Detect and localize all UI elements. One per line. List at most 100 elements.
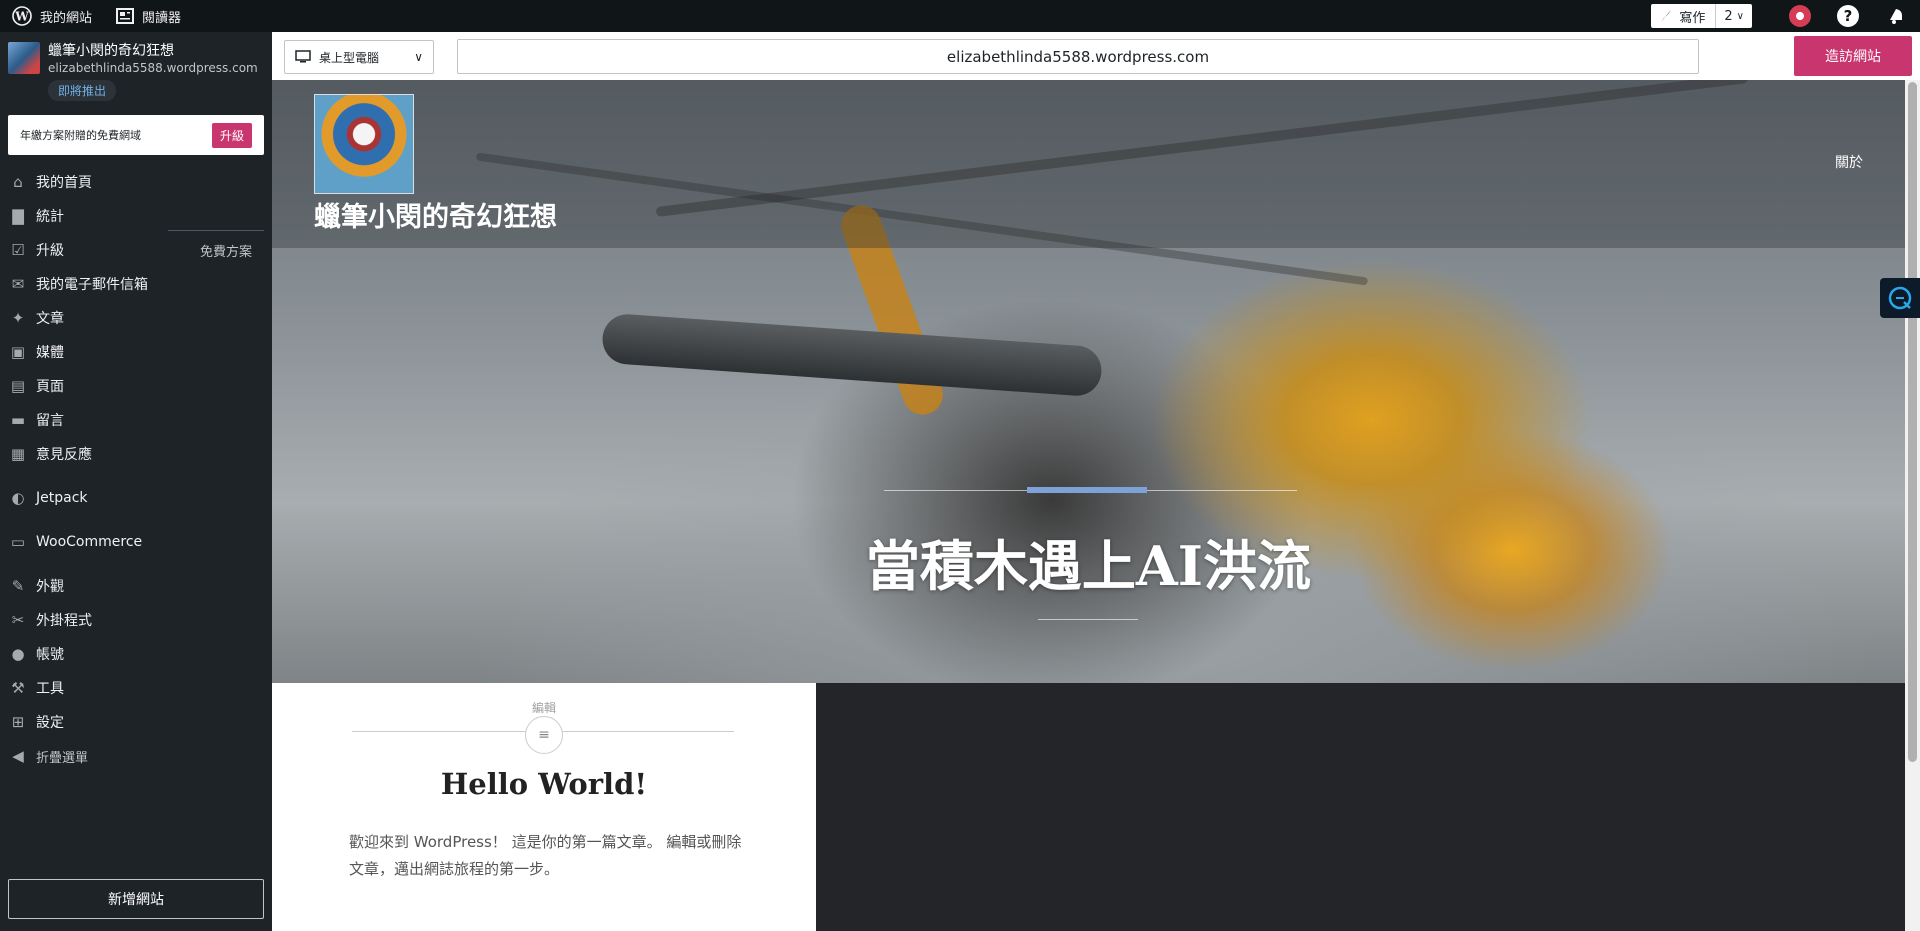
cart-icon: ☑ [11,241,25,259]
plan-label: 免費方案 [199,244,252,260]
wordpress-icon: W [12,6,32,26]
sidebar-item-label: 我的首頁 [36,175,92,191]
site-logo[interactable] [314,94,414,194]
quill-icon [1661,10,1672,22]
reader-icon [116,8,135,24]
upgrade-button[interactable]: 升級 [211,122,252,148]
pin-icon: ✦ [11,309,25,327]
sidebar-item-posts[interactable]: ✦ 文章 [0,301,272,335]
sidebar-menu: ⌂ 我的首頁 ▇ 統計 ☑ 升級 免費方案 ✉ 我的電子郵件信箱 ✦ 文章 ▣ 媒體 ▤ 頁面 … [0,165,272,773]
sidebar-item-email[interactable]: ✉ 我的電子郵件信箱 [0,267,272,301]
sidebar-item-stats[interactable]: ▇ 統計 [0,199,272,233]
preview-toolbar: 桌上型電腦 ∨ elizabethlinda5588.wordpress.com… [272,32,1920,80]
post-title[interactable]: Hello World! [272,767,816,801]
sidebar-item-label: 工具 [36,681,64,697]
sidebar-item-plugins[interactable]: ✂ 外掛程式 [0,603,272,637]
launch-badge[interactable]: 即將推出 [48,80,117,101]
sidebar-item-label: 意見反應 [36,447,92,463]
hero-accent-bar [1027,487,1147,493]
jetpack-icon: ◐ [11,489,25,507]
user-icon: ● [11,645,25,663]
divider [168,230,264,231]
mail-icon: ✉ [11,275,25,293]
sidebar-item-label: WooCommerce [36,534,143,550]
woo-icon: ▭ [10,533,26,551]
chevron-down-icon: ∨ [414,50,423,64]
write-label: 寫作 [1679,10,1706,26]
sidebar-item-comments[interactable]: ▬ 留言 [0,403,272,437]
post-excerpt: 歡迎來到 WordPress！ 這是你的第一篇文章。 編輯或刪除文章，邁出網誌旅… [349,833,742,878]
svg-text:W: W [14,10,29,24]
sidebar-item-label: Jetpack [36,490,88,506]
sidebar-item-label: 我的電子郵件信箱 [36,277,148,293]
sidebar-item-woocommerce[interactable]: ▭ WooCommerce [0,525,272,559]
plugin-icon: ✂ [11,611,25,629]
sidebar-item-label: 帳號 [36,647,64,663]
sidebar-item-home[interactable]: ⌂ 我的首頁 [0,165,272,199]
page-icon: ▤ [10,377,26,395]
collapse-icon: ◀ [12,747,24,765]
home-icon: ⌂ [13,173,23,191]
sidebar-item-label: 媒體 [36,345,64,361]
drafts-count[interactable]: 2 ∨ [1716,4,1752,28]
sidebar-item-label: 頁面 [36,379,64,395]
standard-post-icon: ≡ [525,716,563,754]
sidebar-item-pages[interactable]: ▤ 頁面 [0,369,272,403]
nav-about[interactable]: 關於 [1835,152,1863,172]
help-icon: ? [1837,5,1859,27]
visit-site-button[interactable]: 造訪網站 [1794,36,1912,76]
write-button[interactable]: 寫作 2 ∨ [1651,4,1752,28]
sidebar-item-settings[interactable]: ⊞ 設定 [0,705,272,739]
sidebar-item-users[interactable]: ● 帳號 [0,637,272,671]
device-select[interactable]: 桌上型電腦 ∨ [284,40,434,74]
site-name: 蠟筆小閔的奇幻狂想 [48,43,174,59]
scrollbar-thumb[interactable] [1908,82,1917,762]
collapse-menu-button[interactable]: ◀ 折疊選單 [0,739,272,773]
reader-button[interactable]: 閱讀器 [104,0,193,32]
hero-title: 當積木遇上AI洪流 [865,534,1312,598]
site-card[interactable]: 蠟筆小閔的奇幻狂想 elizabethlinda5588.wordpress.c… [0,32,272,76]
sidebar-item-upgrades[interactable]: ☑ 升級 免費方案 [0,233,272,267]
sidebar-item-label: 外觀 [36,579,64,595]
upsell-banner[interactable]: 年繳方案附贈的免費網域 升級 [8,115,264,155]
sidebar-item-appearance[interactable]: ✎ 外觀 [0,569,272,603]
stats-icon: ▇ [12,207,24,225]
post-card: 編輯 ≡ Hello World! 歡迎來到 WordPress！ 這是你的第一… [272,683,816,931]
sidebar-item-label: 留言 [36,413,64,429]
sidebar-item-tools[interactable]: ⚒ 工具 [0,671,272,705]
site-icon [8,42,40,74]
desktop-icon [295,50,311,63]
sidebar-item-label: 設定 [36,715,64,731]
tail-boom [600,312,1104,398]
media-icon: ▣ [10,343,26,361]
sidebar-item-label: 統計 [36,209,64,225]
profile-avatar[interactable] [1776,0,1824,32]
chat-widget-button[interactable] [1880,278,1920,318]
hero-divider [1038,619,1138,620]
site-url: elizabethlinda5588.wordpress.com [48,61,258,75]
admin-sidebar: 蠟筆小閔的奇幻狂想 elizabethlinda5588.wordpress.c… [0,32,272,931]
site-title[interactable]: 蠟筆小閔的奇幻狂想 [314,195,557,234]
sidebar-item-label: 升級 [36,243,64,259]
comment-icon: ▬ [10,411,26,429]
help-button[interactable]: ? [1824,0,1872,32]
post-category[interactable]: 編輯 [272,699,816,716]
notifications-button[interactable] [1872,0,1920,32]
sidebar-item-label: 文章 [36,311,64,327]
my-sites-button[interactable]: W 我的網站 [0,0,104,32]
sidebar-item-label: 外掛程式 [36,613,92,629]
wrench-icon: ⚒ [11,679,25,697]
brush-icon: ✎ [11,577,25,595]
bell-icon [1890,9,1902,24]
sidebar-item-jetpack[interactable]: ◐ Jetpack [0,481,272,515]
device-label: 桌上型電腦 [319,50,380,65]
my-sites-label: 我的網站 [40,10,93,26]
sidebar-item-feedback[interactable]: ▦ 意見反應 [0,437,272,471]
chevron-down-icon: ∨ [1736,10,1744,22]
site-url-field[interactable]: elizabethlinda5588.wordpress.com [457,39,1699,74]
reader-label: 閱讀器 [142,10,182,26]
sidebar-item-label: 折疊選單 [36,750,89,766]
sidebar-item-media[interactable]: ▣ 媒體 [0,335,272,369]
add-new-site-button[interactable]: 新增網站 [8,879,264,919]
avatar [1789,5,1811,27]
